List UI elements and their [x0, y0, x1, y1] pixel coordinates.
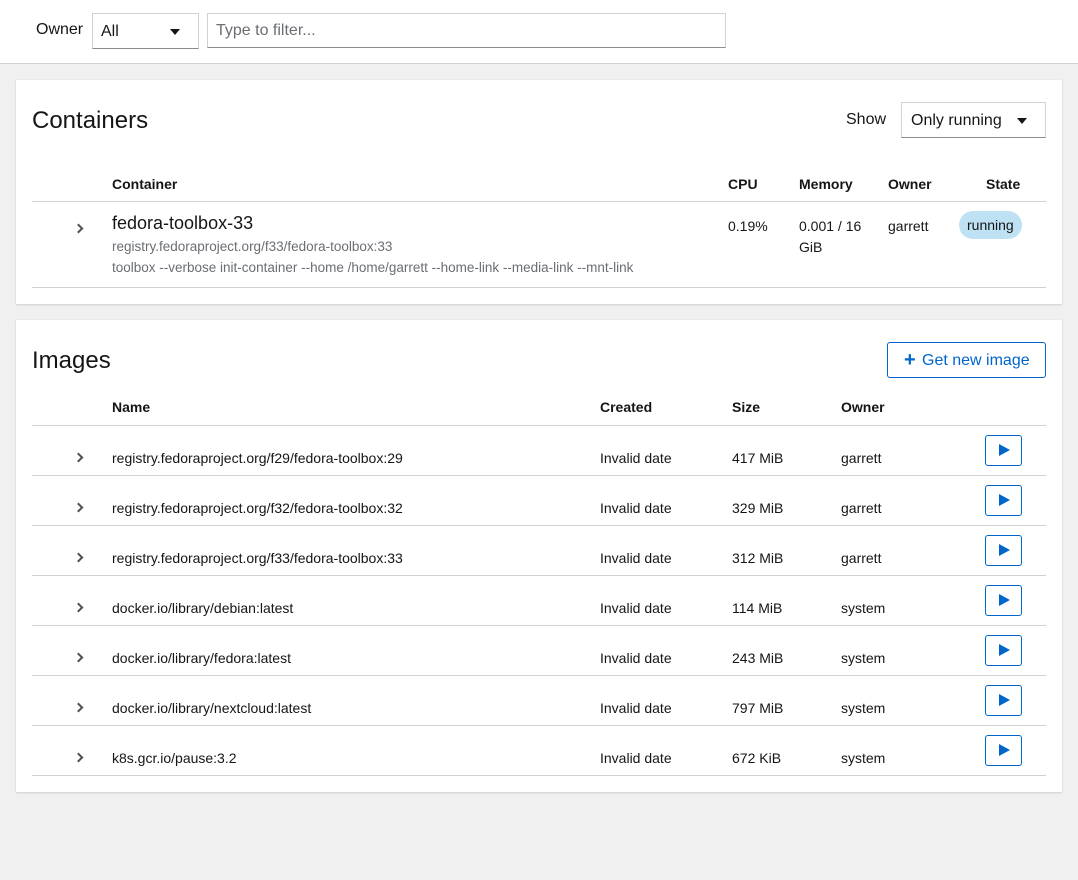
chevron-right-icon[interactable]: [73, 452, 84, 463]
image-size: 672 KiB: [732, 750, 782, 766]
image-owner: system: [841, 700, 886, 716]
image-size: 329 MiB: [732, 500, 784, 516]
container-owner: garrett: [888, 218, 929, 234]
image-size: 114 MiB: [732, 600, 783, 616]
image-owner: system: [841, 600, 886, 616]
image-name: registry.fedoraproject.org/f32/fedora-to…: [112, 500, 403, 516]
image-name: registry.fedoraproject.org/f29/fedora-to…: [112, 450, 403, 466]
image-name: docker.io/library/debian:latest: [112, 600, 294, 616]
table-row[interactable]: registry.fedoraproject.org/f32/fedora-to…: [16, 476, 1062, 526]
containers-title: Containers: [32, 107, 149, 134]
row-divider: [32, 775, 1046, 776]
chevron-right-icon[interactable]: [73, 702, 84, 713]
play-icon: [999, 444, 1010, 456]
image-name: registry.fedoraproject.org/f33/fedora-to…: [112, 550, 403, 566]
owner-select-value: All: [101, 23, 119, 40]
header-divider: [32, 201, 1046, 202]
image-name: k8s.gcr.io/pause:3.2: [112, 750, 237, 766]
column-header-created[interactable]: Created: [600, 399, 652, 415]
table-row[interactable]: registry.fedoraproject.org/f29/fedora-to…: [16, 426, 1062, 476]
table-row[interactable]: docker.io/library/fedora:latest Invalid …: [16, 626, 1062, 676]
image-owner: garrett: [841, 500, 882, 516]
container-command: toolbox --verbose init-container --home …: [112, 260, 634, 275]
image-owner: system: [841, 650, 886, 666]
get-new-image-button[interactable]: + Get new image: [887, 342, 1046, 378]
run-image-button[interactable]: [985, 485, 1022, 516]
chevron-right-icon[interactable]: [73, 752, 84, 763]
run-image-button[interactable]: [985, 635, 1022, 666]
chevron-right-icon[interactable]: [73, 602, 84, 613]
play-icon: [999, 544, 1010, 556]
toolbar: Owner All: [0, 0, 1078, 64]
caret-down-icon: [170, 29, 180, 35]
caret-down-icon: [1017, 118, 1027, 124]
show-label: Show: [846, 111, 887, 128]
run-image-button[interactable]: [985, 685, 1022, 716]
column-header-owner[interactable]: Owner: [841, 399, 885, 415]
column-header-container[interactable]: Container: [112, 176, 177, 192]
status-badge: running: [959, 211, 1022, 239]
chevron-right-icon[interactable]: [73, 502, 84, 513]
image-created: Invalid date: [600, 650, 672, 666]
container-memory: 0.001 / 16 GiB: [799, 218, 862, 255]
container-name[interactable]: fedora-toolbox-33: [112, 213, 253, 234]
play-icon: [999, 694, 1010, 706]
row-divider: [32, 287, 1046, 288]
plus-icon: +: [904, 349, 916, 371]
image-created: Invalid date: [600, 750, 672, 766]
filter-input[interactable]: [207, 13, 726, 48]
image-created: Invalid date: [600, 600, 672, 616]
column-header-cpu[interactable]: CPU: [728, 176, 758, 192]
column-header-memory[interactable]: Memory: [799, 176, 853, 192]
table-row[interactable]: registry.fedoraproject.org/f33/fedora-to…: [16, 526, 1062, 576]
container-cpu: 0.19%: [728, 218, 768, 234]
show-filter-select[interactable]: Only running: [901, 102, 1046, 138]
image-name: docker.io/library/nextcloud:latest: [112, 700, 312, 716]
play-icon: [999, 644, 1010, 656]
play-icon: [999, 594, 1010, 606]
table-row[interactable]: k8s.gcr.io/pause:3.2 Invalid date 672 Ki…: [16, 726, 1062, 776]
show-filter-value: Only running: [911, 112, 1002, 129]
table-row[interactable]: docker.io/library/debian:latest Invalid …: [16, 576, 1062, 626]
run-image-button[interactable]: [985, 435, 1022, 466]
images-title: Images: [32, 347, 111, 374]
image-created: Invalid date: [600, 500, 672, 516]
image-created: Invalid date: [600, 550, 672, 566]
container-image: registry.fedoraproject.org/f33/fedora-to…: [112, 239, 393, 254]
image-size: 312 MiB: [732, 550, 784, 566]
table-row[interactable]: docker.io/library/nextcloud:latest Inval…: [16, 676, 1062, 726]
image-owner: garrett: [841, 550, 882, 566]
column-header-owner[interactable]: Owner: [888, 176, 932, 192]
chevron-right-icon[interactable]: [73, 223, 84, 234]
containers-card: Containers Show Only running Container C…: [16, 80, 1062, 304]
image-owner: garrett: [841, 450, 882, 466]
column-header-state[interactable]: State: [986, 176, 1020, 192]
get-new-image-label: Get new image: [922, 352, 1030, 369]
image-created: Invalid date: [600, 700, 672, 716]
image-size: 417 MiB: [732, 450, 784, 466]
run-image-button[interactable]: [985, 585, 1022, 616]
owner-label: Owner: [36, 21, 84, 38]
play-icon: [999, 744, 1010, 756]
image-size: 243 MiB: [732, 650, 784, 666]
chevron-right-icon[interactable]: [73, 552, 84, 563]
column-header-name[interactable]: Name: [112, 399, 150, 415]
image-created: Invalid date: [600, 450, 672, 466]
image-size: 797 MiB: [732, 700, 784, 716]
column-header-size[interactable]: Size: [732, 399, 760, 415]
run-image-button[interactable]: [985, 535, 1022, 566]
run-image-button[interactable]: [985, 735, 1022, 766]
image-owner: system: [841, 750, 886, 766]
owner-select[interactable]: All: [92, 13, 199, 49]
images-card: Images + Get new image Name Created Size…: [16, 320, 1062, 792]
play-icon: [999, 494, 1010, 506]
chevron-right-icon[interactable]: [73, 652, 84, 663]
image-name: docker.io/library/fedora:latest: [112, 650, 291, 666]
